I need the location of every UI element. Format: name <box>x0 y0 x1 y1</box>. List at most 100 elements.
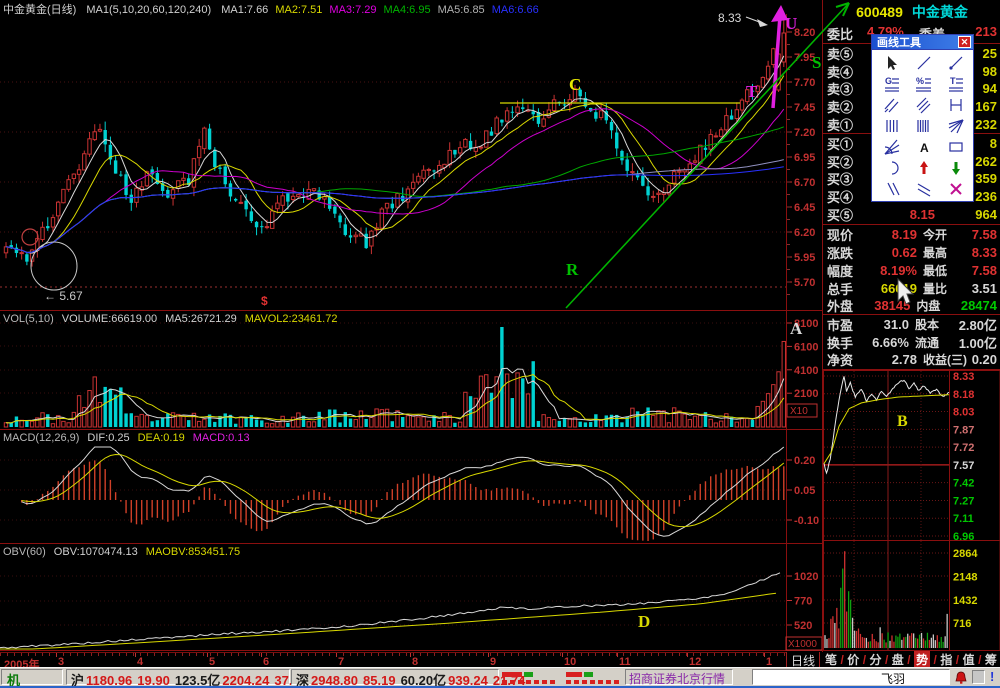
obv-lines <box>0 573 780 649</box>
line-segment-icon[interactable] <box>908 52 940 73</box>
intraday-chart[interactable]: 8.338.188.037.877.727.577.427.277.116.96… <box>823 370 1000 652</box>
label: G <box>885 76 892 86</box>
trading-terminal: 8.207.957.707.457.206.956.706.456.205.95… <box>0 0 1000 688</box>
status-bar: 机 沪1180.9619.90123.5亿2204.2437.46 深2948.… <box>0 667 1000 686</box>
speed-resistance-fan-icon[interactable] <box>876 136 908 157</box>
view-tab-5[interactable]: 势 <box>914 651 930 668</box>
indicator-value: OBV(60) <box>3 546 46 558</box>
chart-title: 中金黄金(日线) <box>3 4 76 16</box>
time-axis: 2005年 34567891011121 <box>0 652 786 667</box>
intraday-axis-label: 8.03 <box>953 407 974 419</box>
text-label-icon[interactable]: A <box>908 136 940 157</box>
view-tab-2[interactable]: 价 <box>847 651 859 668</box>
minivol-axis-label: 2864 <box>953 548 978 560</box>
view-tab-3[interactable]: 分 <box>870 651 882 668</box>
down-arrow-icon[interactable] <box>940 157 972 178</box>
view-tab-7[interactable]: 值 <box>963 651 975 668</box>
price-axis-label: 6.45 <box>794 202 815 214</box>
stock-code: 600489 <box>856 4 903 20</box>
macd-indicator-header: MACD(12,26,9)DIF:0.25DEA:0.19MACD:0.13 <box>3 432 258 445</box>
ask-label: 卖① <box>827 115 869 134</box>
close-icon[interactable]: ✕ <box>958 36 971 48</box>
price-axis-label: 7.45 <box>794 102 815 114</box>
divider <box>823 314 1000 315</box>
bid-row[interactable]: 买⑤8.15964 <box>827 205 997 223</box>
info-value: 7.58 <box>971 227 997 242</box>
bid-label: 买③ <box>827 169 869 188</box>
label: A <box>920 141 929 155</box>
obv-indicator-header: OBV(60)OBV:1070474.13MAOBV:853451.75 <box>3 546 248 559</box>
vertical-time-lines-icon[interactable] <box>876 115 908 136</box>
alert-exclamation-icon[interactable]: ! <box>990 669 994 684</box>
volume-axis-label: 4100 <box>794 365 818 377</box>
info-label: 流通 <box>909 334 959 351</box>
annotation-letter-U: U <box>785 14 797 33</box>
minivol-axis-label: 716 <box>953 618 971 630</box>
intraday-axis-label: 7.27 <box>953 495 974 507</box>
annotation-letter-B: B <box>897 413 908 430</box>
shanghai-index-quote: 沪1180.9619.90123.5亿2204.2437.46 <box>66 669 290 685</box>
info-label: 今开 <box>917 226 971 243</box>
ask-label: 卖② <box>827 97 869 116</box>
rectangle-icon[interactable] <box>940 136 972 157</box>
obv-axis-label: 520 <box>794 620 812 632</box>
tab-daily-period[interactable]: 日线 <box>786 652 820 667</box>
up-arrow-icon[interactable] <box>908 157 940 178</box>
info-value: 0.62 <box>871 245 917 260</box>
view-tab-4[interactable]: 盘 <box>892 651 904 668</box>
info-value: 2.78 <box>871 352 917 367</box>
info-label: 股本 <box>909 316 959 333</box>
tab-separator: / <box>840 653 843 667</box>
price-axis-label: 6.20 <box>794 227 815 239</box>
time-lines-icon[interactable]: T <box>940 73 972 94</box>
view-tab-8[interactable]: 筹 <box>985 651 997 668</box>
indicator-value: MA5:26721.29 <box>165 313 237 325</box>
ma-values: MA1:7.66MA2:7.51MA3:7.29MA4:6.95MA5:6.85… <box>221 4 546 16</box>
parallel-lines-icon[interactable] <box>876 178 908 199</box>
market-indicator-blocks <box>502 672 624 685</box>
bid-label: 买④ <box>827 187 869 206</box>
intraday-axis-label: 7.11 <box>953 513 974 525</box>
status-box[interactable] <box>972 670 985 684</box>
view-tab-1[interactable]: 笔 <box>825 651 837 668</box>
candlesticks <box>4 19 785 267</box>
circle-annotation <box>22 229 38 245</box>
parallel-channel-icon[interactable] <box>876 94 908 115</box>
indicator-value: MAOBV:853451.75 <box>146 546 240 558</box>
info-row: 总手66619量比3.51 <box>827 279 997 297</box>
bid-label: 买② <box>827 152 869 171</box>
view-tab-6[interactable]: 指 <box>940 651 952 668</box>
trend-lines-icon[interactable] <box>908 178 940 199</box>
price-axis-label: 7.20 <box>794 127 815 139</box>
macd-axis-label: -0.10 <box>794 515 819 527</box>
stock-name: 中金黄金 <box>912 4 968 20</box>
arc-icon[interactable] <box>876 157 908 178</box>
info-row: 净资2.78收益(三)0.20 <box>827 351 997 369</box>
volume-axis-unit: X10 <box>790 406 808 417</box>
info-label: 最低 <box>917 262 971 279</box>
gann-fan-icon[interactable] <box>940 115 972 136</box>
info-value: 28474 <box>961 298 997 313</box>
drawing-toolbar-titlebar[interactable]: 画线工具 ✕ <box>871 34 974 50</box>
price-axis-label: 6.95 <box>794 152 815 164</box>
percent-lines-icon[interactable]: % <box>908 73 940 94</box>
erase-icon[interactable] <box>940 178 972 199</box>
price-range-icon[interactable] <box>940 94 972 115</box>
info-value: 66619 <box>871 281 917 296</box>
minivol-axis-label: 2148 <box>953 571 977 583</box>
username-field[interactable]: 飞羽 <box>752 669 950 685</box>
indicator-value: MA3:7.29 <box>329 4 376 16</box>
annotation-letter-D: D <box>638 612 650 631</box>
annotation-letter-R: R <box>566 260 579 279</box>
info-value: 1.00亿 <box>959 333 997 352</box>
pointer-icon[interactable] <box>876 52 908 73</box>
drawing-toolbar-body: G%T A <box>871 50 974 202</box>
ray-line-icon[interactable] <box>940 52 972 73</box>
indicator-value: MA5:6.85 <box>438 4 485 16</box>
bell-icon[interactable] <box>953 670 969 685</box>
linear-regression-channel-icon[interactable] <box>908 94 940 115</box>
golden-section-lines-icon[interactable]: G <box>876 73 908 94</box>
intraday-axis-label: 8.33 <box>953 371 974 383</box>
info-label: 市盈 <box>827 315 867 334</box>
time-division-lines-icon[interactable] <box>908 115 940 136</box>
